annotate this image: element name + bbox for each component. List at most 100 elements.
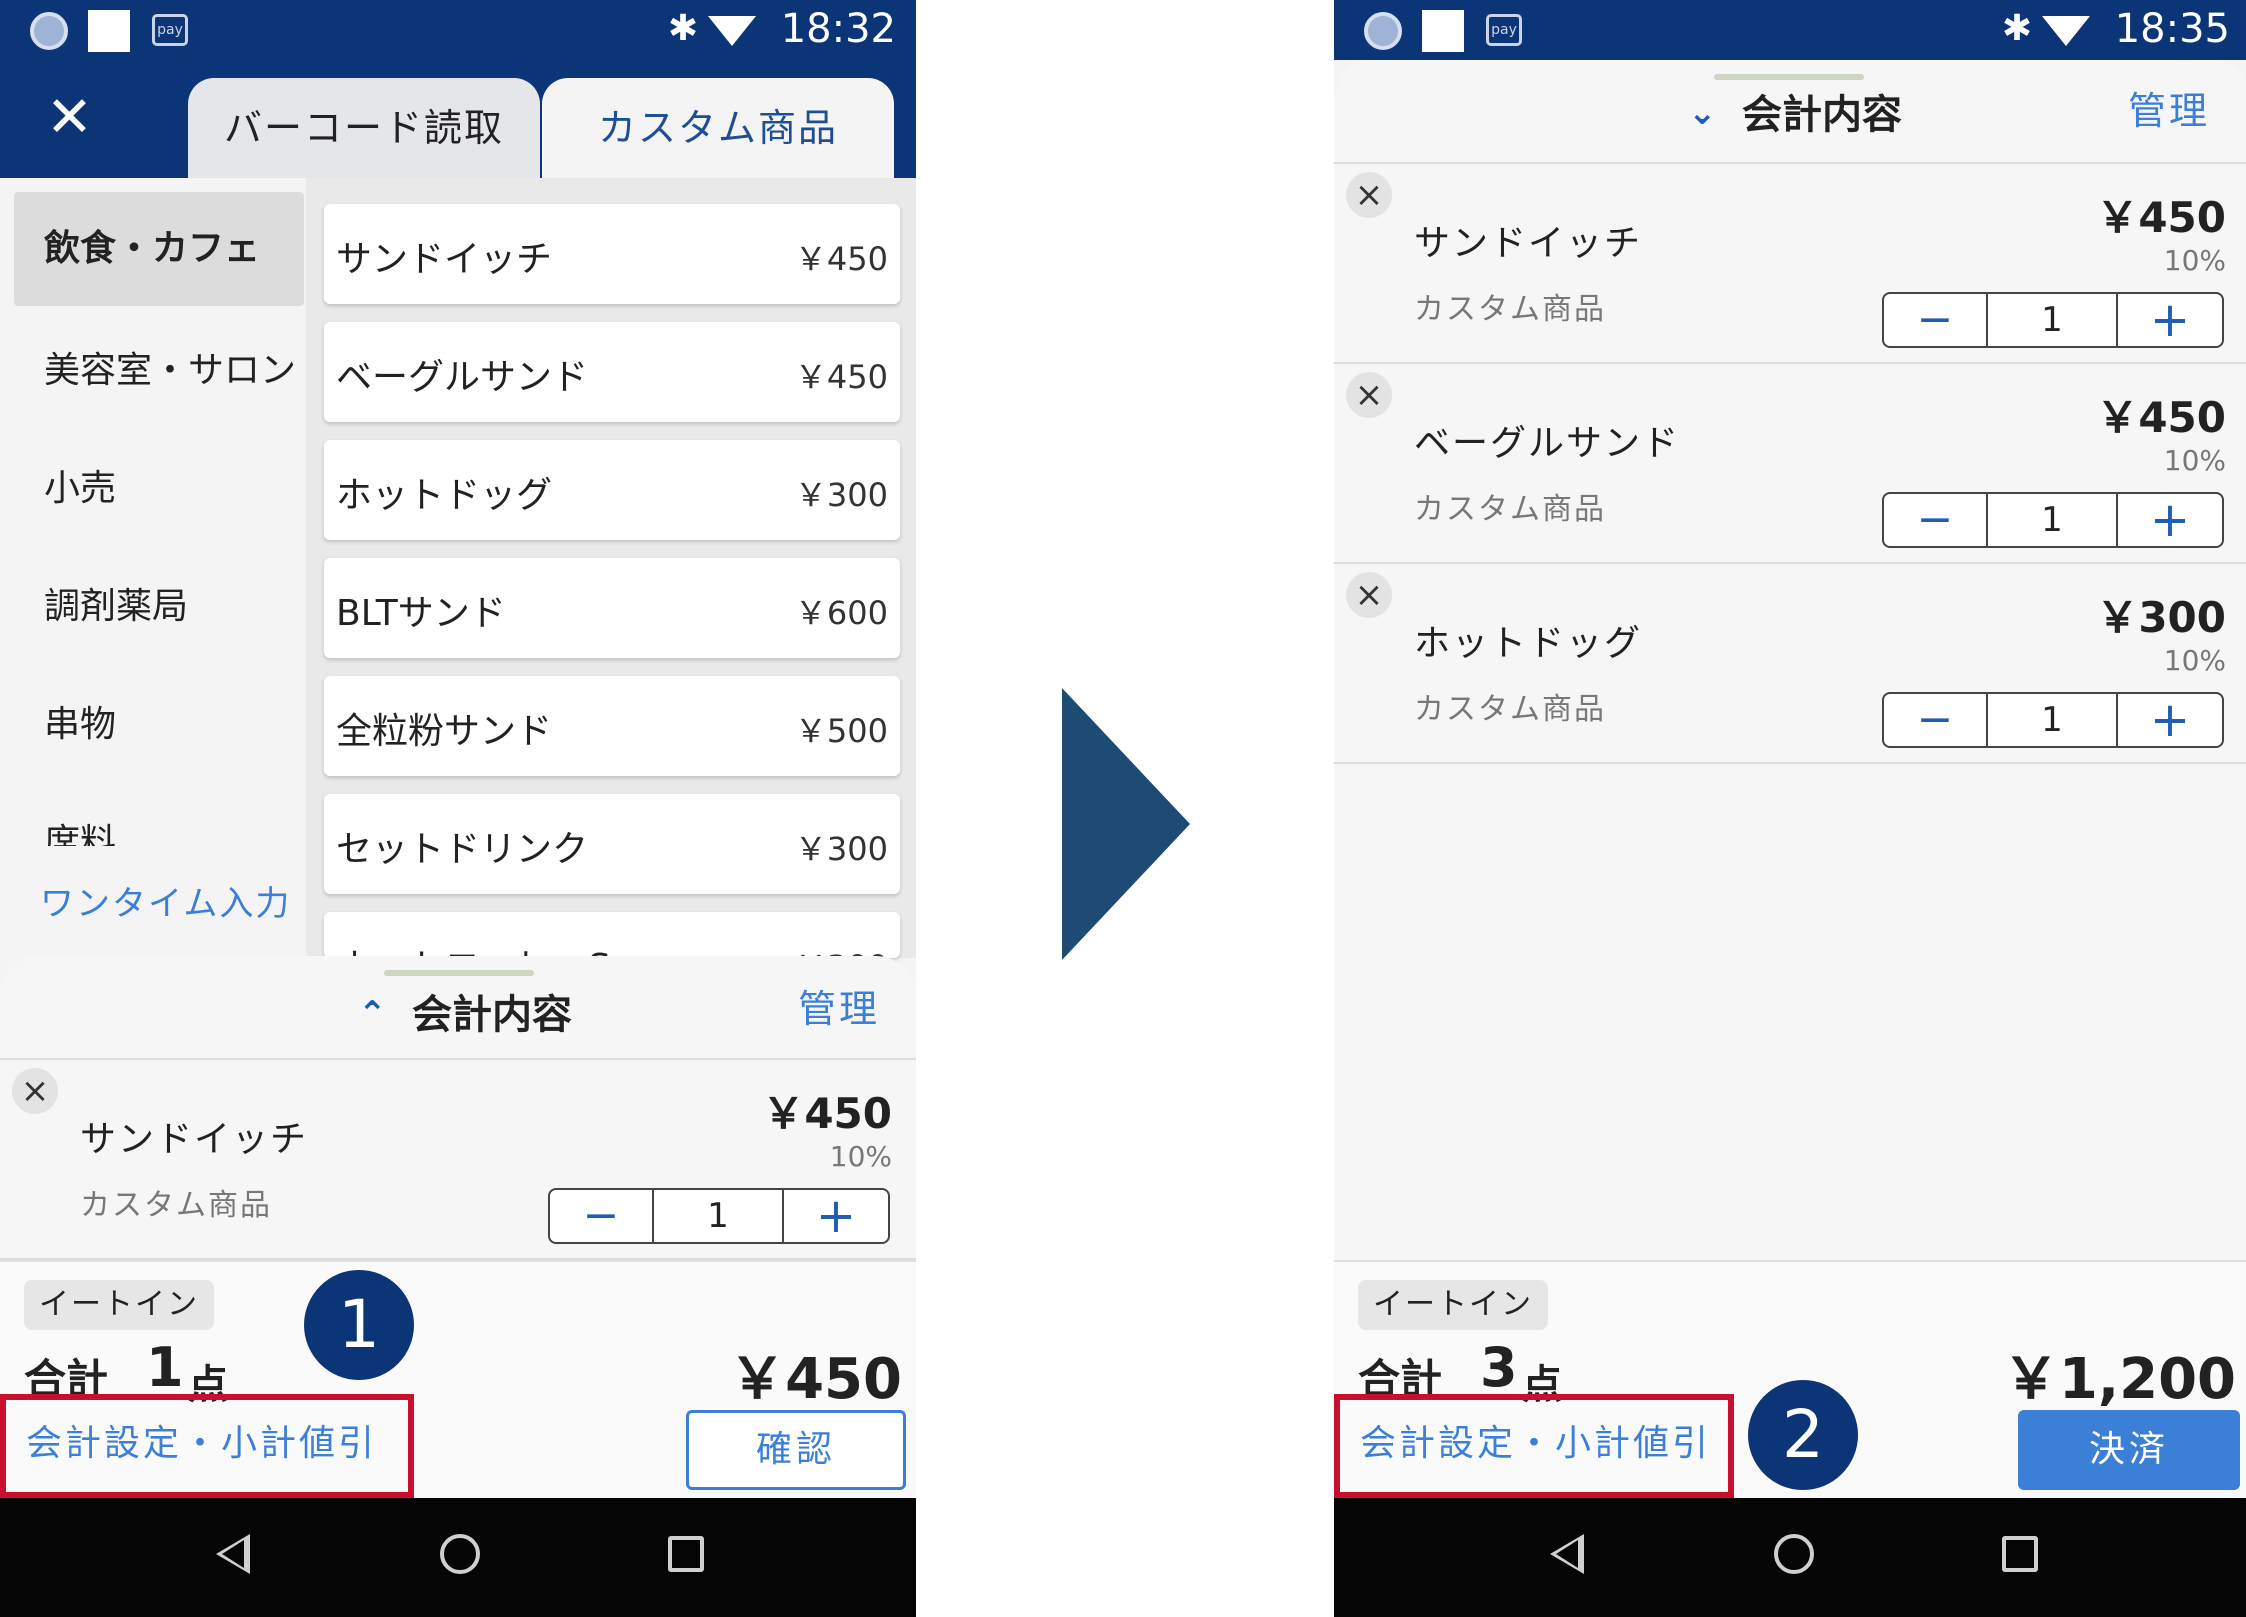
item-category: カスタム商品 bbox=[80, 1188, 272, 1223]
cart-line-item: × ベーグルサンド カスタム商品 ￥450 10% − 1 + bbox=[1334, 364, 2246, 564]
bluetooth-icon: ✱ bbox=[667, 8, 698, 49]
order-summary-sheet: ⌃ 会計内容 管理 × サンドイッチ カスタム商品 ￥450 10% − 1 + bbox=[0, 956, 916, 1260]
decrease-quantity-button[interactable]: − bbox=[1884, 494, 1988, 546]
home-circle-icon[interactable] bbox=[440, 1534, 480, 1574]
app-dot-icon bbox=[1364, 12, 1402, 50]
remove-item-icon[interactable]: × bbox=[1346, 372, 1392, 418]
remove-item-icon[interactable]: × bbox=[1346, 572, 1392, 618]
manage-button[interactable]: 管理 bbox=[798, 978, 880, 1033]
increase-quantity-button[interactable]: + bbox=[2116, 494, 2222, 546]
quantity-value[interactable]: 1 bbox=[654, 1190, 782, 1242]
product-card[interactable]: ホットドッグ ￥300 bbox=[324, 440, 900, 540]
increase-quantity-button[interactable]: + bbox=[782, 1190, 888, 1242]
remove-item-icon[interactable]: × bbox=[12, 1068, 58, 1114]
checkout-footer: イートイン 合計 1 点 ￥450 会計設定・小計値引 確認 bbox=[0, 1260, 916, 1498]
category-item-seat-fee[interactable]: 席料 bbox=[14, 786, 304, 846]
category-item-retail[interactable]: 小売 bbox=[14, 432, 304, 546]
status-bar: pay ✱ 18:32 bbox=[0, 0, 916, 60]
total-item-count: 3 bbox=[1480, 1336, 1518, 1399]
phone-screen-before: pay ✱ 18:32 ✕ バーコード読取 カスタム商品 飲食・カフェ 美容室・… bbox=[0, 0, 916, 1617]
quantity-value[interactable]: 1 bbox=[1988, 494, 2116, 546]
one-time-entry-link[interactable]: ワンタイム入力 bbox=[40, 876, 291, 925]
decrease-quantity-button[interactable]: − bbox=[1884, 294, 1988, 346]
remove-item-icon[interactable]: × bbox=[1346, 172, 1392, 218]
confirm-button[interactable]: 確認 bbox=[686, 1410, 906, 1490]
item-price: ￥300 bbox=[2096, 593, 2226, 642]
product-card[interactable]: ベーグルサンド ￥450 bbox=[324, 322, 900, 422]
quantity-stepper: − 1 + bbox=[1882, 692, 2224, 748]
cart-line-item: × サンドイッチ カスタム商品 ￥450 10% − 1 + bbox=[0, 1060, 916, 1260]
item-price: ￥450 bbox=[2096, 193, 2226, 242]
notification-square-icon bbox=[1422, 10, 1464, 52]
back-triangle-icon[interactable] bbox=[216, 1534, 250, 1574]
sheet-title: 会計内容 bbox=[1742, 92, 1902, 138]
product-name: ベーグルサンド bbox=[336, 357, 589, 398]
increase-quantity-button[interactable]: + bbox=[2116, 694, 2222, 746]
status-bar: pay ✱ 18:35 bbox=[1334, 0, 2246, 60]
quantity-value[interactable]: 1 bbox=[1988, 294, 2116, 346]
category-item-skewers[interactable]: 串物 bbox=[14, 668, 304, 782]
tab-barcode-scan[interactable]: バーコード読取 bbox=[188, 78, 540, 178]
recents-square-icon[interactable] bbox=[668, 1536, 704, 1572]
item-category: カスタム商品 bbox=[1414, 292, 1606, 327]
item-tax-rate: 10% bbox=[2163, 444, 2226, 477]
product-name: BLTサンド bbox=[336, 593, 506, 634]
pay-button[interactable]: 決済 bbox=[2018, 1410, 2240, 1490]
product-name: サンドイッチ bbox=[336, 239, 553, 280]
quantity-stepper: − 1 + bbox=[548, 1188, 890, 1244]
increase-quantity-button[interactable]: + bbox=[2116, 294, 2222, 346]
category-item-pharmacy[interactable]: 調剤薬局 bbox=[14, 550, 304, 664]
eat-in-badge[interactable]: イートイン bbox=[24, 1280, 214, 1330]
notification-square-icon bbox=[88, 10, 130, 52]
category-item-food-cafe[interactable]: 飲食・カフェ bbox=[14, 192, 304, 306]
app-dot-icon bbox=[30, 12, 68, 50]
quantity-value[interactable]: 1 bbox=[1988, 694, 2116, 746]
item-name: ベーグルサンド bbox=[1414, 423, 1681, 464]
highlight-box bbox=[1334, 1394, 1734, 1498]
phone-screen-after: pay ✱ 18:35 ⌃ 会計内容 管理 × サンドイッチ カスタム商品 ￥4… bbox=[1334, 0, 2246, 1617]
chevron-down-icon[interactable]: ⌃ bbox=[1688, 90, 1717, 130]
bluetooth-icon: ✱ bbox=[2001, 8, 2032, 49]
item-category: カスタム商品 bbox=[1414, 492, 1606, 527]
product-card[interactable]: BLTサンド ￥600 bbox=[324, 558, 900, 658]
sheet-drag-handle[interactable] bbox=[1714, 74, 1864, 80]
android-nav-bar bbox=[0, 1498, 916, 1617]
product-card[interactable]: セットドリンク ￥300 bbox=[324, 794, 900, 894]
sheet-drag-handle[interactable] bbox=[384, 970, 534, 976]
decrease-quantity-button[interactable]: − bbox=[550, 1190, 654, 1242]
quantity-stepper: − 1 + bbox=[1882, 292, 2224, 348]
product-price: ￥450 bbox=[794, 240, 888, 278]
chevron-up-icon[interactable]: ⌃ bbox=[358, 994, 387, 1034]
recents-square-icon[interactable] bbox=[2002, 1536, 2038, 1572]
product-card[interactable]: 全粒粉サンド ￥500 bbox=[324, 676, 900, 776]
manage-button[interactable]: 管理 bbox=[2128, 80, 2210, 135]
product-name: ホットコーヒーS bbox=[336, 938, 611, 958]
category-item-beauty-salon[interactable]: 美容室・サロン bbox=[14, 314, 304, 428]
pay-icon: pay bbox=[152, 14, 188, 46]
close-icon[interactable]: ✕ bbox=[46, 90, 93, 146]
item-price: ￥450 bbox=[2096, 393, 2226, 442]
item-tax-rate: 10% bbox=[829, 1140, 892, 1173]
item-name: サンドイッチ bbox=[1414, 223, 1643, 264]
order-summary-sheet: ⌃ 会計内容 管理 × サンドイッチ カスタム商品 ￥450 10% − 1 +… bbox=[1334, 60, 2246, 1260]
back-triangle-icon[interactable] bbox=[1550, 1534, 1584, 1574]
product-card[interactable]: サンドイッチ ￥450 bbox=[324, 204, 900, 304]
status-time: 18:32 bbox=[780, 6, 896, 52]
product-price: ￥300 bbox=[794, 830, 888, 868]
cart-line-item: × ホットドッグ カスタム商品 ￥300 10% − 1 + bbox=[1334, 564, 2246, 764]
decrease-quantity-button[interactable]: − bbox=[1884, 694, 1988, 746]
item-name: ホットドッグ bbox=[1414, 623, 1643, 664]
highlight-box bbox=[0, 1394, 414, 1498]
sheet-title: 会計内容 bbox=[412, 992, 572, 1038]
status-time: 18:35 bbox=[2114, 6, 2230, 52]
product-price: ￥300 bbox=[794, 476, 888, 514]
item-price: ￥450 bbox=[762, 1089, 892, 1138]
transition-arrow-icon bbox=[1062, 688, 1190, 960]
tab-custom-products[interactable]: カスタム商品 bbox=[542, 78, 894, 178]
cart-line-item: × サンドイッチ カスタム商品 ￥450 10% − 1 + bbox=[1334, 164, 2246, 364]
wifi-icon bbox=[708, 16, 756, 46]
eat-in-badge[interactable]: イートイン bbox=[1358, 1280, 1548, 1330]
product-card[interactable]: ホットコーヒーS ￥300 bbox=[324, 912, 900, 958]
product-price: ￥450 bbox=[794, 358, 888, 396]
home-circle-icon[interactable] bbox=[1774, 1534, 1814, 1574]
